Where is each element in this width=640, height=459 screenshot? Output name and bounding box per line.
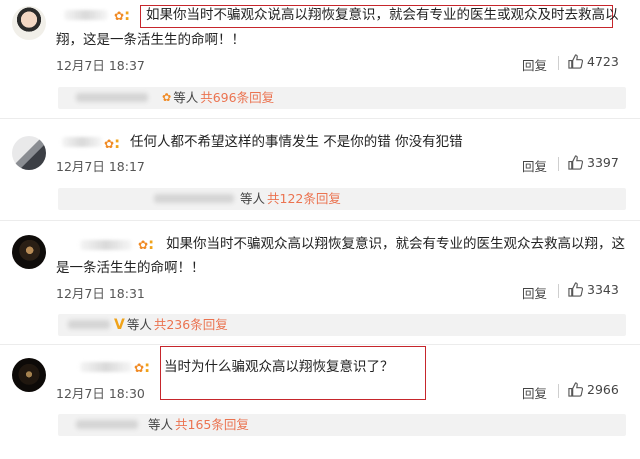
sub-replies-bar[interactable]: 等人 共165条回复 — [58, 414, 626, 436]
comment-time: 12月7日 18:17 — [56, 159, 145, 174]
medal-icon: ✿: — [134, 358, 151, 376]
comment-time: 12月7日 18:30 — [56, 386, 145, 401]
medal-icon: ✿: — [114, 6, 131, 24]
reply-button[interactable]: 回复 — [522, 55, 547, 74]
like-button[interactable]: 3343 — [568, 282, 619, 297]
reply-count-link[interactable]: 共122条回复 — [267, 188, 341, 210]
divider — [558, 56, 559, 70]
thumbs-up-icon — [568, 382, 583, 397]
comment-text-line2: 翔，这是一条活生生的命啊！！ — [56, 32, 245, 48]
divider — [558, 284, 559, 298]
thumbs-up-icon — [568, 282, 583, 297]
avatar[interactable] — [12, 6, 46, 40]
medal-icon: ✿: — [138, 235, 155, 253]
medal-icon: ✿: — [104, 134, 121, 152]
sub-replies-bar[interactable]: 等人 共122条回复 — [58, 188, 626, 210]
username-blurred[interactable] — [62, 137, 102, 147]
sub-replies-info[interactable]: 等人 共165条回复 — [148, 414, 249, 436]
username-blurred[interactable] — [80, 240, 132, 250]
reply-button[interactable]: 回复 — [522, 383, 547, 402]
reply-button[interactable]: 回复 — [522, 156, 547, 175]
divider — [558, 157, 559, 171]
separator — [0, 344, 640, 345]
reply-count-link[interactable]: 共696条回复 — [200, 87, 274, 109]
reply-count-link[interactable]: 共165条回复 — [175, 414, 249, 436]
sub-replies-bar[interactable]: ✿ 等人 共696条回复 — [58, 87, 626, 109]
avatar[interactable] — [12, 358, 46, 392]
comment-text-line1: 如果你当时不骗观众说高以翔恢复意识，就会有专业的医生或观众及时去救高以 — [146, 7, 619, 23]
comment-time: 12月7日 18:37 — [56, 58, 145, 73]
reply-count-link[interactable]: 共236条回复 — [154, 314, 228, 336]
username-blurred[interactable] — [64, 10, 108, 20]
comment-time: 12月7日 18:31 — [56, 286, 145, 301]
avatar[interactable] — [12, 235, 46, 269]
like-count: 4723 — [587, 54, 619, 69]
like-button[interactable]: 2966 — [568, 382, 619, 397]
avatar[interactable] — [12, 136, 46, 170]
sub-replies-info[interactable]: 等人 共122条回复 — [240, 188, 341, 210]
like-count: 2966 — [587, 382, 619, 397]
separator — [0, 118, 640, 119]
like-button[interactable]: 4723 — [568, 54, 619, 69]
reply-button[interactable]: 回复 — [522, 283, 547, 302]
like-count: 3343 — [587, 282, 619, 297]
divider — [558, 384, 559, 398]
medal-icon: ✿ — [162, 91, 172, 104]
comment-text-line2: 是一条活生生的命啊！！ — [56, 260, 205, 276]
like-count: 3397 — [587, 155, 619, 170]
separator — [0, 220, 640, 221]
sub-replies-info[interactable]: ✿ 等人 共696条回复 — [162, 87, 274, 109]
thumbs-up-icon — [568, 155, 583, 170]
thumbs-up-icon — [568, 54, 583, 69]
sub-replies-bar[interactable]: V 等人 共236条回复 — [58, 314, 626, 336]
sub-replies-info[interactable]: V 等人 共236条回复 — [114, 314, 228, 336]
username-blurred[interactable] — [80, 362, 132, 372]
like-button[interactable]: 3397 — [568, 155, 619, 170]
comment-text: 当时为什么骗观众高以翔恢复意识了？ — [164, 359, 394, 375]
comment-text-line1: 如果你当时不骗观众高以翔恢复意识，就会有专业的医生观众去救高以翔，这 — [166, 236, 625, 252]
comment-text: 任何人都不希望这样的事情发生 不是你的错 你没有犯错 — [130, 134, 463, 150]
v-badge-icon: V — [114, 317, 125, 333]
